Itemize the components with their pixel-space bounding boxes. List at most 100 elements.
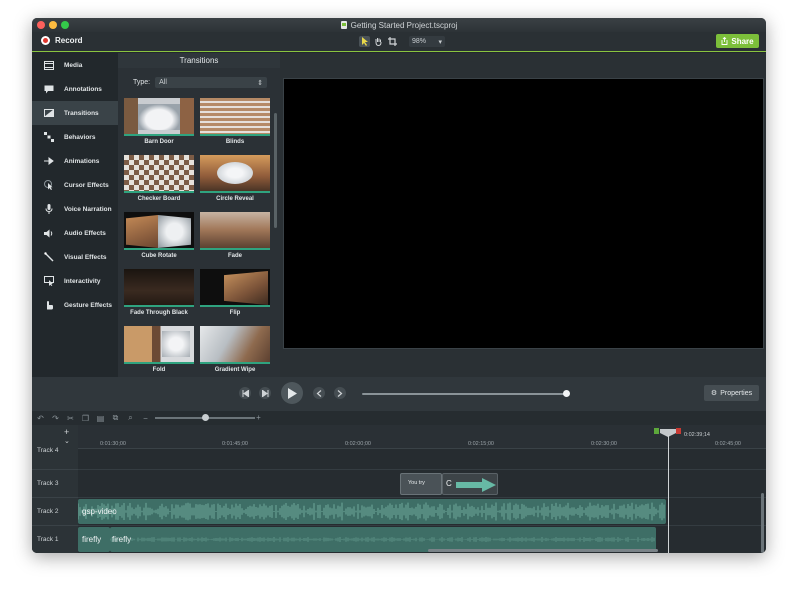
callout-clip[interactable]: You try [400, 473, 442, 495]
magnifier-icon[interactable]: ⌕ [126, 413, 135, 423]
track-2-row: gsp-video [78, 497, 766, 525]
step-forward-button[interactable] [259, 387, 271, 399]
scrubber-handle[interactable] [563, 390, 570, 397]
app-window: Getting Started Project.tscproj Record 9… [32, 18, 766, 553]
zoom-out-icon[interactable]: − [141, 414, 150, 423]
properties-label: Properties [720, 389, 753, 397]
sidebar-item-label: Annotations [64, 85, 102, 93]
animation-icon [44, 156, 54, 166]
play-icon [288, 387, 297, 399]
previous-marker-button[interactable] [313, 387, 325, 399]
sidebar-item-gesture-effects[interactable]: Gesture Effects [32, 293, 118, 317]
sidebar-item-cursor-effects[interactable]: Cursor Effects [32, 173, 118, 197]
hand-pan-icon [375, 38, 382, 46]
text-clip[interactable]: C [442, 473, 498, 495]
transition-thumbnail [200, 326, 270, 364]
ruler-tick: 0:02:15;00 [468, 441, 494, 447]
transition-flip[interactable]: Flip [200, 269, 270, 319]
ruler-tick: 0:02:30;00 [591, 441, 617, 447]
timeline-vertical-scrollbar[interactable] [761, 493, 764, 553]
step-back-button[interactable] [239, 387, 251, 399]
transitions-scrollbar[interactable] [274, 113, 277, 228]
transition-thumbnail [124, 98, 194, 136]
transition-circle-reveal[interactable]: Circle Reveal [200, 155, 270, 205]
audio-clip[interactable]: firefly [78, 527, 110, 552]
copy-icon[interactable]: ❐ [81, 414, 90, 423]
transition-blinds[interactable]: Blinds [200, 98, 270, 148]
zoom-window-button[interactable] [61, 21, 69, 29]
transition-label: Checker Board [137, 196, 181, 202]
next-marker-button[interactable] [334, 387, 346, 399]
pan-tool-button[interactable] [373, 36, 384, 47]
split-icon[interactable]: ⧉ [111, 413, 120, 423]
sidebar-item-interactivity[interactable]: Interactivity [32, 269, 118, 293]
transition-cube-rotate[interactable]: Cube Rotate [124, 212, 194, 262]
record-icon [41, 36, 50, 45]
transition-checker-board[interactable]: Checker Board [124, 155, 194, 205]
type-filter: Type: All ⇕ [133, 77, 268, 88]
sidebar-item-visual-effects[interactable]: Visual Effects [32, 245, 118, 269]
arrow-annotation-icon [456, 478, 496, 492]
crop-tool-button[interactable] [387, 36, 398, 47]
type-filter-select[interactable]: All ⇕ [155, 77, 268, 88]
share-button[interactable]: Share [716, 34, 759, 48]
sidebar-item-label: Gesture Effects [64, 301, 113, 309]
preview-scrubber[interactable] [362, 393, 567, 395]
transition-fade-through-black[interactable]: Fade Through Black [124, 269, 194, 319]
cut-icon[interactable]: ✂ [66, 414, 75, 423]
properties-button[interactable]: ⚙ Properties [704, 385, 759, 401]
track-2-label[interactable]: Track 2 [32, 497, 78, 525]
minimize-window-button[interactable] [49, 21, 57, 29]
timeline-ruler[interactable]: 0:01:30;00 0:01:45;00 0:02:00;00 0:02:15… [78, 425, 766, 449]
zoom-in-icon[interactable]: + [254, 413, 263, 422]
transition-label: Gradient Wipe [214, 367, 256, 373]
track-4-label[interactable]: Track 4 [32, 443, 78, 457]
main-toolbar: Record 98% ▾ Share [32, 32, 766, 52]
timeline-horizontal-scrollbar[interactable] [428, 549, 658, 552]
sidebar-item-behaviors[interactable]: Behaviors [32, 125, 118, 149]
playhead-time: 0:02:39;14 [684, 432, 710, 438]
select-tool-button[interactable] [359, 36, 370, 47]
record-button[interactable]: Record [41, 36, 83, 45]
sidebar-item-media[interactable]: Media [32, 53, 118, 77]
track-1-label[interactable]: Track 1 [32, 525, 78, 553]
track-3-label[interactable]: Track 3 [32, 469, 78, 497]
redo-icon[interactable]: ↷ [51, 414, 60, 423]
title-bar: Getting Started Project.tscproj [32, 18, 766, 32]
sidebar-item-label: Audio Effects [64, 229, 106, 237]
timeline-zoom-handle[interactable] [202, 414, 209, 421]
transition-thumbnail [124, 326, 194, 364]
sidebar-item-label: Visual Effects [64, 253, 107, 261]
track-3-row: You try C [78, 469, 766, 497]
transition-fold[interactable]: Fold [124, 326, 194, 376]
sidebar-item-transitions[interactable]: Transitions [32, 101, 118, 125]
track-header-column: + ⌄ Track 4 Track 3 Track 2 Track 1 [32, 425, 78, 553]
sidebar-item-voice-narration[interactable]: Voice Narration [32, 197, 118, 221]
type-filter-value: All [159, 79, 167, 86]
sidebar-item-audio-effects[interactable]: Audio Effects [32, 221, 118, 245]
video-clip[interactable]: gsp-video [78, 499, 666, 524]
transition-barn-door[interactable]: Barn Door [124, 98, 194, 148]
canvas-zoom-select[interactable]: 98% ▾ [409, 36, 445, 47]
playhead-line [668, 435, 669, 553]
audio-clip-label: firefly [82, 535, 102, 544]
document-icon [340, 21, 347, 29]
record-label: Record [55, 36, 83, 45]
microphone-icon [44, 204, 54, 214]
paste-icon[interactable]: ▤ [96, 414, 105, 423]
undo-icon[interactable]: ↶ [36, 414, 45, 423]
sidebar-item-annotations[interactable]: Annotations [32, 77, 118, 101]
play-button[interactable] [281, 382, 303, 404]
cursor-icon [44, 180, 54, 190]
sidebar-item-animations[interactable]: Animations [32, 149, 118, 173]
transition-icon [44, 108, 54, 118]
add-track-button[interactable]: + [64, 427, 69, 437]
close-window-button[interactable] [37, 21, 45, 29]
preview-canvas[interactable] [283, 78, 764, 349]
transition-label: Fold [152, 367, 166, 373]
selection-start-marker[interactable] [654, 428, 659, 434]
selection-end-marker[interactable] [676, 428, 681, 434]
transition-fade[interactable]: Fade [200, 212, 270, 262]
transition-gradient-wipe[interactable]: Gradient Wipe [200, 326, 270, 376]
video-clip-label: gsp-video [82, 507, 117, 516]
